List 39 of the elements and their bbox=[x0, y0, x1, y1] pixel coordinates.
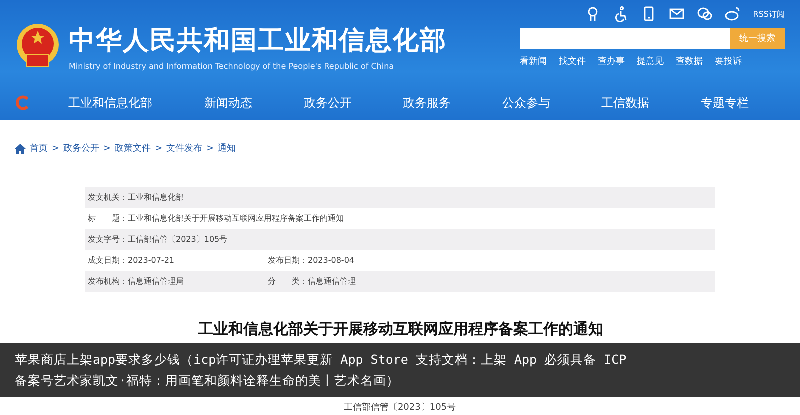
site-subtitle: Ministry of Industry and Information Technology of the People's Republic of China bbox=[69, 62, 396, 71]
info-field: 分 类：信息通信管理 bbox=[268, 276, 448, 287]
nav-item[interactable]: 政务公开 bbox=[304, 94, 404, 112]
breadcrumb-separator: > bbox=[206, 144, 214, 154]
caption-overlay: 苹果商店上架app要求多少钱（icp许可证办理苹果更新 App Store 支持文档：上架 App 必须具备 ICP 备案号艺术家凯文·福特：用画笔和颜料诠释生命的美丨艺术名画） bbox=[0, 343, 800, 397]
site-title: 中华人民共和国工业和信息化部 bbox=[69, 25, 447, 58]
info-field: 发布日期：2023-08-04 bbox=[268, 255, 448, 266]
quick-link[interactable]: 提意见 bbox=[637, 55, 664, 68]
breadcrumb-link[interactable]: 通知 bbox=[218, 142, 236, 155]
quick-link[interactable]: 要投诉 bbox=[715, 55, 742, 68]
search-field[interactable] bbox=[520, 28, 730, 49]
home-icon[interactable] bbox=[15, 144, 26, 154]
document-number: 工信部信管〔2023〕105号 bbox=[342, 402, 458, 414]
rss-link[interactable]: RSS订阅 bbox=[753, 8, 785, 20]
info-field: 发文字号：工信部信管〔2023〕105号 bbox=[88, 234, 228, 245]
nav-item[interactable]: 工信数据 bbox=[602, 94, 701, 112]
info-field: 标 题：工业和信息化部关于开展移动互联网应用程序备案工作的通知 bbox=[88, 213, 344, 224]
quick-link[interactable]: 找文件 bbox=[559, 55, 586, 68]
nav-item[interactable]: 新闻动态 bbox=[204, 94, 304, 112]
breadcrumb-link[interactable]: 文件发布 bbox=[166, 142, 203, 155]
breadcrumb-separator: > bbox=[52, 144, 60, 154]
breadcrumb-separator: > bbox=[155, 144, 163, 154]
info-field: 发文机关：工业和信息化部 bbox=[88, 192, 184, 203]
nav-item[interactable]: 工业和信息化部 bbox=[68, 94, 205, 112]
accessibility-icon[interactable] bbox=[613, 6, 630, 22]
quick-link[interactable]: 查数据 bbox=[676, 55, 703, 68]
breadcrumb-link[interactable]: 政务公开 bbox=[64, 142, 100, 155]
breadcrumb-separator: > bbox=[104, 144, 112, 154]
nav-item[interactable]: 公众参与 bbox=[502, 94, 602, 112]
nav-item[interactable]: 专题专栏 bbox=[700, 94, 800, 112]
info-field: 成文日期：2023-07-21 bbox=[88, 255, 268, 266]
nav-item[interactable]: 政务服务 bbox=[403, 94, 502, 112]
info-field: 发布机构：信息通信管理局 bbox=[88, 276, 268, 287]
quick-link[interactable]: 查办事 bbox=[598, 55, 625, 68]
quick-link[interactable]: 看新闻 bbox=[520, 55, 547, 68]
mail-icon[interactable] bbox=[669, 6, 686, 22]
document-title: 工业和信息化部关于开展移动互联网应用程序备案工作的通知 bbox=[198, 320, 604, 339]
breadcrumb-link[interactable]: 首页 bbox=[30, 142, 48, 155]
breadcrumb-link[interactable]: 政策文件 bbox=[115, 142, 152, 155]
